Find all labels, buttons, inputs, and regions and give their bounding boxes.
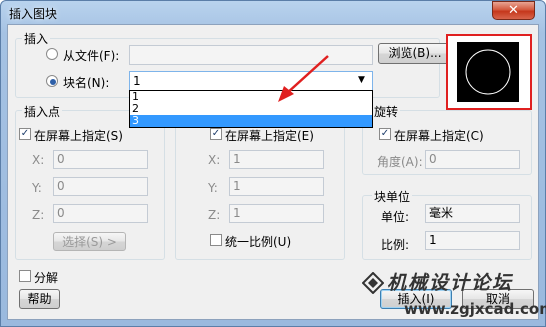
explode-checkbox[interactable] — [19, 270, 31, 282]
watermark-text: 机械设计论坛 — [387, 272, 514, 294]
watermark-url: www.zgjxcad.com — [404, 300, 546, 318]
block-name-value: 1 — [133, 74, 141, 88]
insert-y-input[interactable]: 0 — [53, 177, 148, 196]
rotation-specify-checkbox[interactable]: ✓ — [379, 128, 391, 140]
chevron-down-icon[interactable]: ▼ — [358, 75, 365, 85]
ratio-label: 比例: — [381, 238, 410, 252]
scale-y-label: Y: — [208, 181, 218, 195]
from-file-radio[interactable] — [46, 48, 58, 60]
scale-x-label: X: — [208, 153, 221, 167]
rotation-specify-label: 在屏幕上指定(C) — [394, 129, 484, 143]
help-button[interactable]: 帮助 — [19, 289, 60, 309]
preview-canvas — [457, 42, 519, 102]
watermark-logo — [361, 271, 385, 297]
scale-z-label: Z: — [208, 208, 221, 222]
annotation-arrow — [278, 55, 329, 102]
title-bar[interactable]: 插入图块 — [1, 1, 545, 25]
rotation-label: 旋转 — [372, 103, 401, 120]
scale-specify-label: 在屏幕上指定(E) — [225, 129, 314, 143]
unit-value: 毫米 — [425, 204, 520, 223]
scale-z-input[interactable]: 1 — [229, 204, 324, 223]
uniform-scale-label: 统一比例(U) — [225, 235, 292, 249]
block-name-label: 块名(N): — [63, 76, 110, 90]
insert-group-label: 插入 — [22, 30, 51, 47]
explode-label: 分解 — [34, 271, 59, 285]
insert-z-label: Z: — [32, 208, 45, 222]
pick-point-button[interactable]: 选择(S) > — [53, 232, 126, 251]
insert-y-label: Y: — [32, 181, 42, 195]
insertion-specify-label: 在屏幕上指定(S) — [34, 129, 123, 143]
scale-specify-checkbox[interactable]: ✓ — [210, 128, 222, 140]
insert-z-input[interactable]: 0 — [53, 204, 148, 223]
dropdown-option-selected[interactable]: 3 — [130, 115, 372, 127]
insert-x-input[interactable]: 0 — [53, 150, 148, 169]
uniform-scale-checkbox[interactable] — [210, 234, 222, 246]
block-name-radio[interactable] — [46, 75, 58, 87]
watermark-diamond-icon — [361, 271, 385, 295]
insertion-specify-checkbox[interactable]: ✓ — [19, 128, 31, 140]
from-file-label: 从文件(F): — [63, 49, 120, 63]
insertion-point-label: 插入点 — [22, 103, 63, 120]
circle-preview-icon — [465, 49, 511, 95]
scale-y-input[interactable]: 1 — [229, 177, 324, 196]
insert-x-label: X: — [32, 153, 45, 167]
unit-label: 单位: — [381, 210, 410, 224]
window-title: 插入图块 — [9, 7, 58, 21]
scale-x-input[interactable]: 1 — [229, 150, 324, 169]
block-preview — [446, 34, 532, 110]
close-button[interactable]: ✕ — [492, 1, 535, 20]
angle-input[interactable]: 0 — [425, 150, 520, 169]
ratio-value: 1 — [425, 231, 520, 250]
browse-button[interactable]: 浏览(B)... — [378, 43, 452, 64]
block-unit-label: 块单位 — [372, 188, 413, 205]
angle-label: 角度(A): — [377, 155, 423, 169]
